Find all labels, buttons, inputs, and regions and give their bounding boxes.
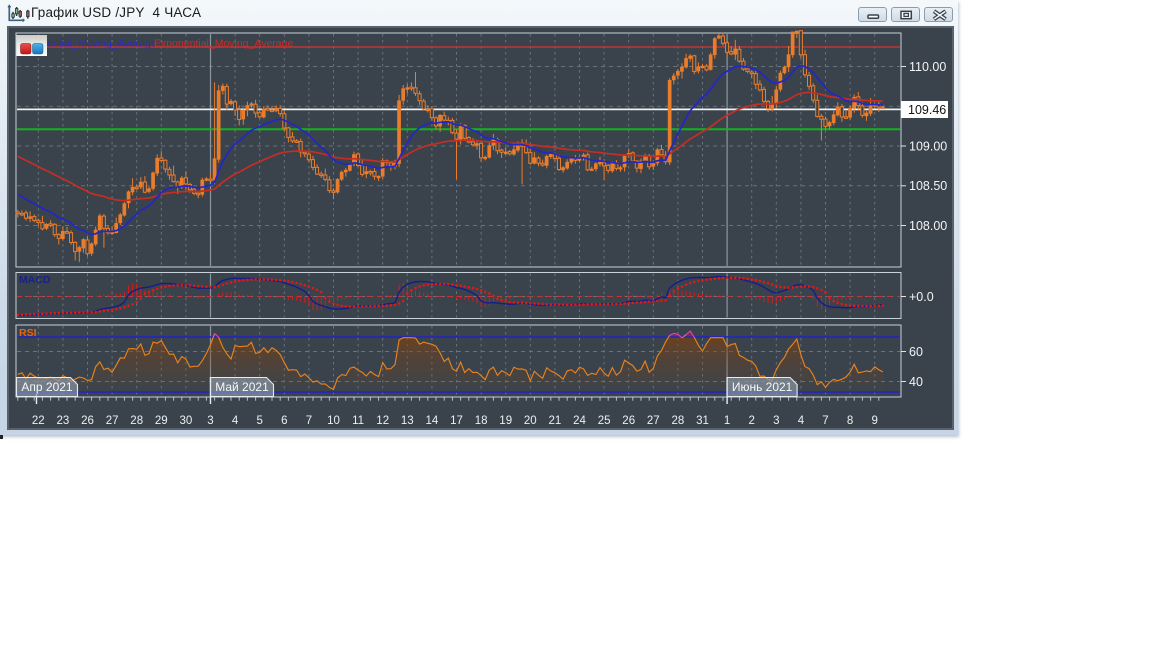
svg-text:29: 29 <box>155 415 168 427</box>
svg-text:27: 27 <box>106 415 119 427</box>
svg-text:Апр 2021: Апр 2021 <box>21 380 73 394</box>
svg-text:28: 28 <box>130 415 143 427</box>
svg-text:26: 26 <box>81 415 94 427</box>
svg-text:4: 4 <box>232 415 239 427</box>
svg-text:40: 40 <box>909 375 923 389</box>
svg-text:19: 19 <box>499 415 512 427</box>
svg-text:3: 3 <box>773 415 779 427</box>
svg-text:14: 14 <box>426 415 439 427</box>
svg-text:24: 24 <box>573 415 586 427</box>
svg-text:11: 11 <box>352 415 364 427</box>
svg-text:Exponential_Moving_Average: Exponential_Moving_Average <box>154 38 293 50</box>
svg-text:7: 7 <box>822 415 828 427</box>
svg-text:RSI: RSI <box>19 327 37 339</box>
svg-text:5: 5 <box>256 415 262 427</box>
svg-text:4: 4 <box>798 415 805 427</box>
svg-text:9: 9 <box>871 415 877 427</box>
svg-text:7: 7 <box>306 415 312 427</box>
svg-text:108.00: 108.00 <box>909 219 947 233</box>
svg-text:3: 3 <box>207 415 213 427</box>
svg-text:110.00: 110.00 <box>909 60 946 74</box>
svg-text:8: 8 <box>847 415 853 427</box>
svg-text:6: 6 <box>281 415 287 427</box>
svg-text:30: 30 <box>180 415 193 427</box>
svg-text:12: 12 <box>376 415 389 427</box>
svg-text:13: 13 <box>401 415 414 427</box>
svg-text:17: 17 <box>450 415 463 427</box>
svg-text:1: 1 <box>724 415 730 427</box>
svg-text:21: 21 <box>549 415 562 427</box>
svg-text:60: 60 <box>909 345 923 359</box>
svg-text:23: 23 <box>57 415 70 427</box>
svg-text:28: 28 <box>672 415 685 427</box>
svg-text:Июнь 2021: Июнь 2021 <box>732 380 793 394</box>
svg-text:2: 2 <box>748 415 754 427</box>
svg-text:+0.0: +0.0 <box>909 290 934 304</box>
svg-text:108.50: 108.50 <box>909 179 947 193</box>
svg-text:ential_Moving_Average: ential_Moving_Average <box>47 38 157 50</box>
svg-text:27: 27 <box>647 415 660 427</box>
svg-text:109.46: 109.46 <box>908 103 946 117</box>
svg-text:20: 20 <box>524 415 537 427</box>
svg-text:31: 31 <box>696 415 709 427</box>
svg-text:25: 25 <box>598 415 611 427</box>
svg-text:10: 10 <box>327 415 340 427</box>
svg-text:26: 26 <box>622 415 635 427</box>
svg-text:22: 22 <box>32 415 45 427</box>
svg-text:109.00: 109.00 <box>909 140 947 154</box>
svg-text:MACD: MACD <box>19 274 51 286</box>
svg-text:18: 18 <box>475 415 488 427</box>
svg-text:Май 2021: Май 2021 <box>215 380 269 394</box>
